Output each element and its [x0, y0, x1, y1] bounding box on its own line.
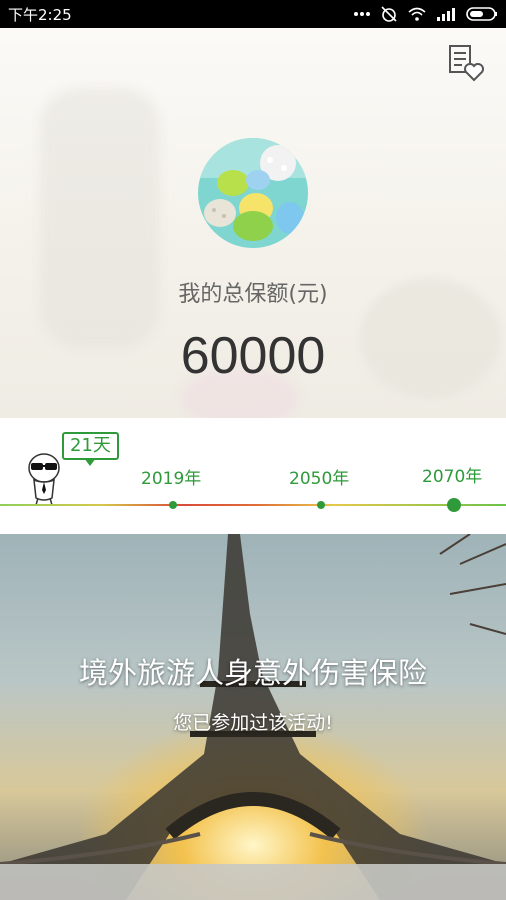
- days-badge-text: 21天: [70, 435, 111, 456]
- bottom-strip: [0, 864, 506, 900]
- timeline-dot-2070[interactable]: [447, 498, 461, 512]
- days-badge: 21天: [62, 432, 119, 466]
- coverage-timeline: 21天 2019年 2050年 2070年: [0, 418, 506, 534]
- days-badge-tail: [84, 458, 96, 466]
- status-bar: 下午2:25: [0, 0, 506, 28]
- signal-icon: [436, 7, 456, 21]
- hero-section: 我的总保额(元) 60000: [0, 28, 506, 418]
- battery-icon: [466, 7, 498, 21]
- timeline-year-2070: 2070年: [422, 467, 483, 487]
- document-heart-icon: [449, 45, 484, 82]
- background-vase: [40, 88, 160, 348]
- status-time: 下午2:25: [8, 5, 72, 24]
- timeline-line: [0, 504, 506, 506]
- timeline-year-2019: 2019年: [141, 469, 202, 489]
- total-coverage-value: 60000: [180, 327, 326, 385]
- activity-status: 您已参加过该活动!: [173, 712, 333, 734]
- timeline-dot-2050[interactable]: [317, 501, 325, 509]
- timeline-dot-2019[interactable]: [169, 501, 177, 509]
- favorite-policy-button[interactable]: [444, 42, 486, 84]
- total-coverage-label: 我的总保额(元): [178, 282, 328, 307]
- avatar[interactable]: [198, 138, 308, 248]
- status-icons: [354, 5, 498, 23]
- activity-title: 境外旅游人身意外伤害保险: [78, 656, 427, 690]
- alarm-off-icon: [380, 5, 398, 23]
- timeline-year-2050: 2050年: [289, 469, 350, 489]
- more-dots-icon: [354, 11, 370, 17]
- easter-eggs-image: [198, 138, 308, 248]
- wifi-icon: [408, 7, 426, 21]
- mascot-icon: [22, 450, 66, 506]
- activity-banner[interactable]: 境外旅游人身意外伤害保险 您已参加过该活动!: [0, 534, 506, 900]
